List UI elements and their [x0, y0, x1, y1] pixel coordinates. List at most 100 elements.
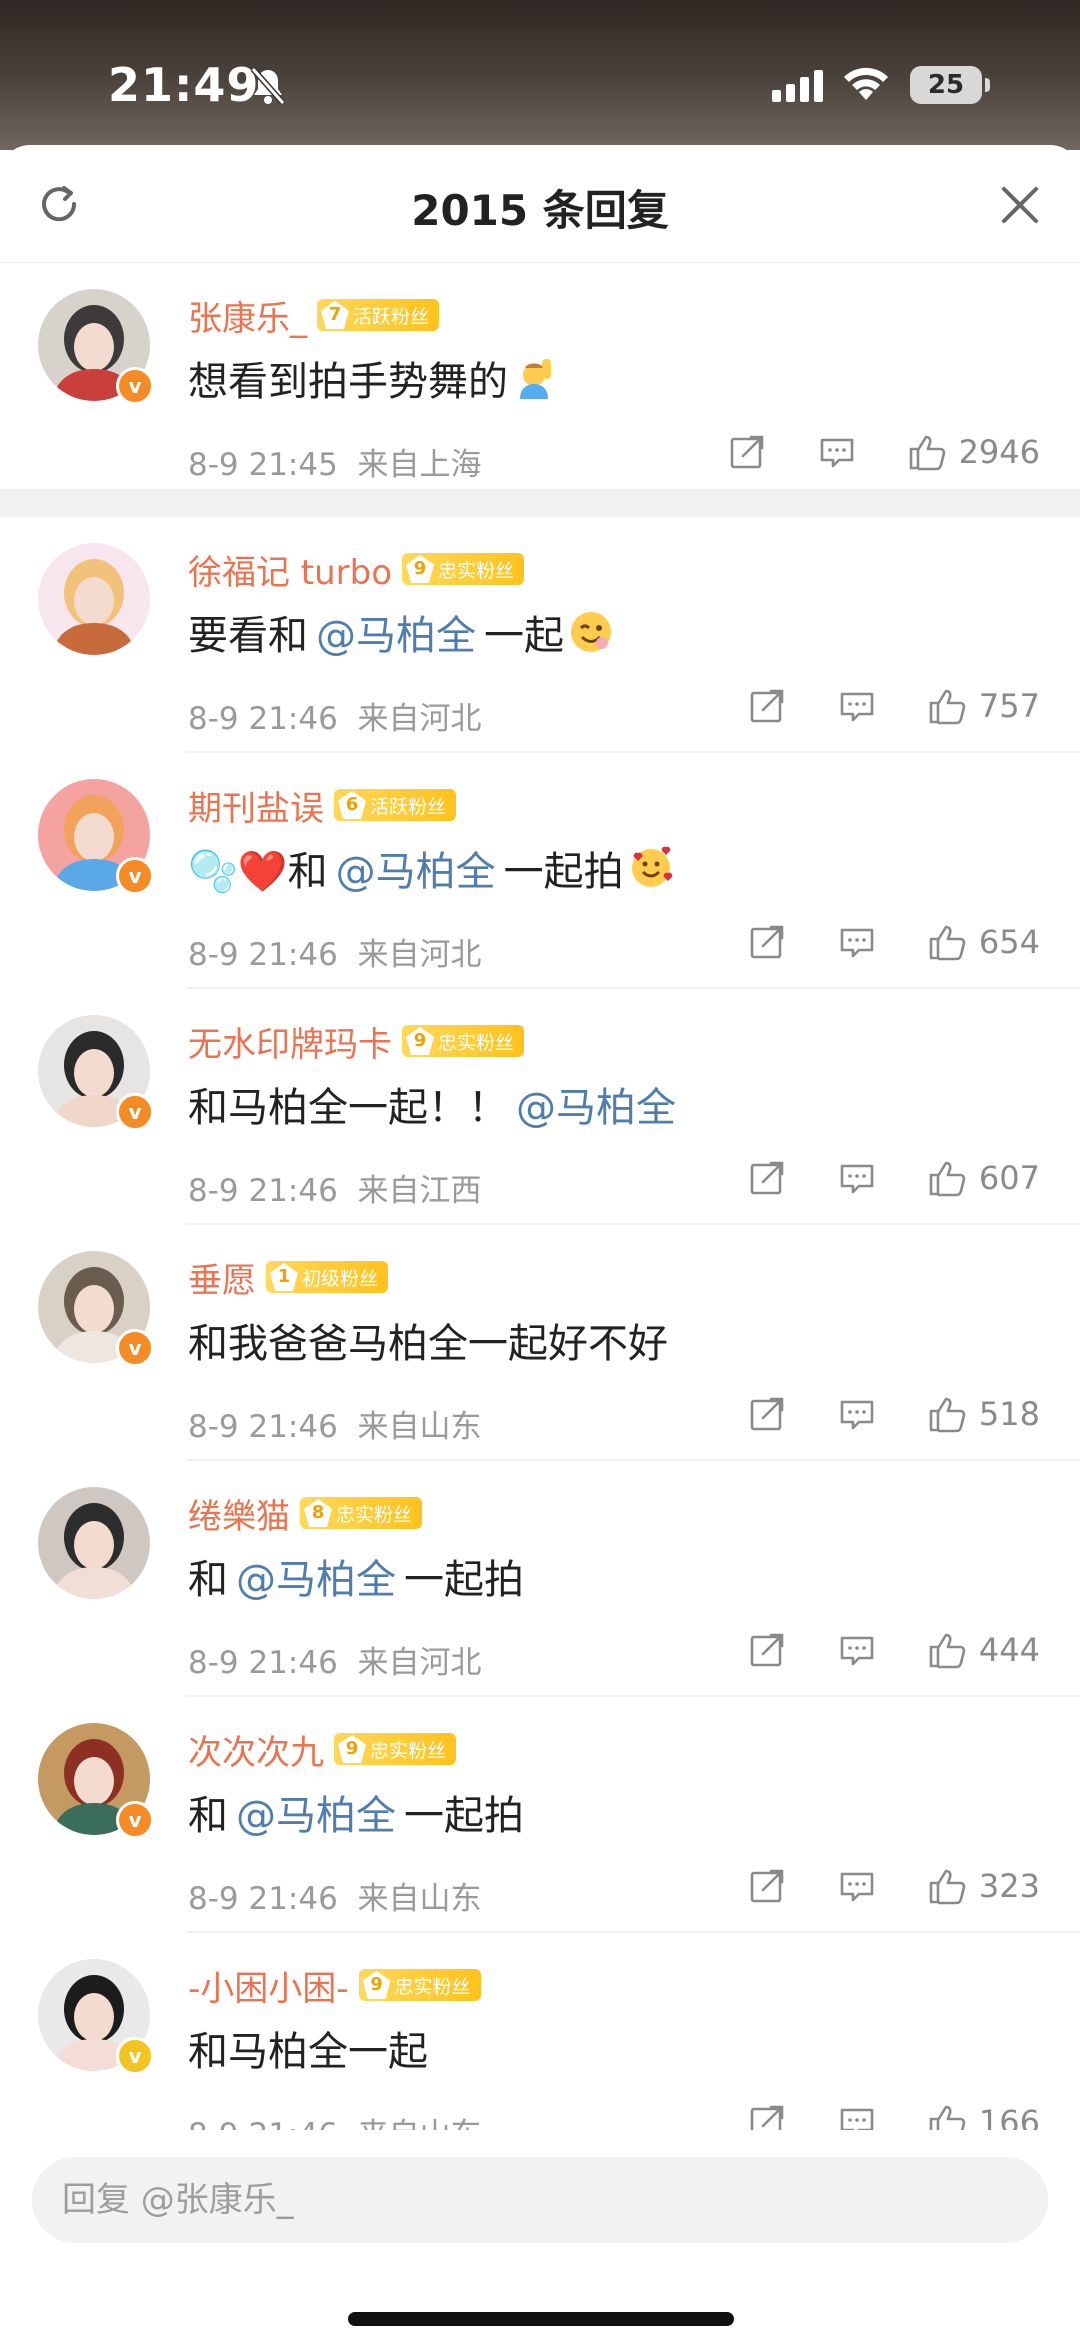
- battery-icon: 25: [910, 66, 990, 104]
- mention-link[interactable]: @马柏全: [316, 603, 476, 661]
- share-icon[interactable]: [727, 432, 767, 472]
- like-count: 444: [978, 1631, 1040, 1669]
- like-count: 654: [978, 923, 1040, 961]
- wink-face-emoji: [568, 609, 614, 655]
- mention-link[interactable]: @马柏全: [516, 1075, 676, 1133]
- fan-badge[interactable]: 9 忠实粉丝: [402, 553, 525, 585]
- comment-text: 想看到拍手势舞的: [188, 349, 562, 407]
- username[interactable]: 徐福记 turbo: [188, 545, 392, 594]
- username[interactable]: 张康乐_: [188, 291, 307, 340]
- share-icon[interactable]: [747, 1630, 787, 1670]
- like-icon[interactable]: [927, 1630, 967, 1670]
- wifi-icon: [842, 64, 890, 106]
- comment-item[interactable]: v 无水印牌玛卡 9 忠实粉丝 和马柏全一起！！ @马柏全 8-9 21:46 来自江西 60…: [0, 989, 1080, 1225]
- fan-badge[interactable]: 8 忠实粉丝: [300, 1497, 423, 1529]
- fan-badge[interactable]: 9 忠实粉丝: [334, 1733, 457, 1765]
- comment-icon[interactable]: [817, 432, 857, 472]
- username[interactable]: 期刊盐误: [188, 781, 324, 830]
- fan-level-icon: 9: [406, 1027, 434, 1055]
- comment-actions: 654: [697, 919, 1040, 965]
- comment-icon[interactable]: [837, 1630, 877, 1670]
- comment-time: 8-9 21:46: [188, 1645, 338, 1681]
- comment-item[interactable]: v 垂愿 1 初级粉丝 和我爸爸马柏全一起好不好 8-9 21:46 来自山东 518: [0, 1225, 1080, 1461]
- page-title: 2015 条回复: [411, 186, 669, 235]
- fan-level-icon: 7: [321, 301, 349, 329]
- comment-icon[interactable]: [837, 922, 877, 962]
- name-row: 徐福记 turbo 9 忠实粉丝: [188, 545, 525, 594]
- comment-item[interactable]: v 期刊盐误 6 活跃粉丝 🫧❤️和 @马柏全 一起拍 8-9 21:46 来自河北 654: [0, 753, 1080, 989]
- username[interactable]: 垂愿: [188, 1253, 256, 1302]
- mention-link[interactable]: @马柏全: [236, 1783, 396, 1841]
- fan-badge[interactable]: 9 忠实粉丝: [358, 1969, 481, 2001]
- comment-text: 和马柏全一起: [188, 2019, 428, 2077]
- share-icon[interactable]: [747, 686, 787, 726]
- status-time: 21:49: [108, 58, 260, 112]
- like-icon[interactable]: [927, 922, 967, 962]
- like-icon[interactable]: [927, 1866, 967, 1906]
- comment-item[interactable]: 徐福记 turbo 9 忠实粉丝 要看和 @马柏全 一起 8-9 21:46 来自河北 757: [0, 517, 1080, 753]
- bell-off-icon: [250, 66, 286, 110]
- fan-badge[interactable]: 9 忠实粉丝: [402, 1025, 525, 1057]
- comment-text: 和马柏全一起！！ @马柏全: [188, 1075, 684, 1133]
- fan-badge[interactable]: 1 初级粉丝: [266, 1261, 389, 1293]
- name-row: 期刊盐误 6 活跃粉丝: [188, 781, 457, 830]
- fan-label: 忠实粉丝: [438, 559, 515, 582]
- comment-text: 和 @马柏全 一起拍: [188, 1783, 524, 1841]
- comment-meta: 8-9 21:46 来自山东: [188, 1401, 482, 1446]
- username[interactable]: 无水印牌玛卡: [188, 1017, 392, 1066]
- username[interactable]: 次次次九: [188, 1725, 324, 1774]
- comment-actions: 607: [697, 1155, 1040, 1201]
- like-icon[interactable]: [927, 686, 967, 726]
- comment-meta: 8-9 21:46 来自河北: [188, 929, 482, 974]
- mention-link[interactable]: @马柏全: [336, 839, 496, 897]
- comment-text: 🫧❤️和 @马柏全 一起拍: [188, 839, 678, 897]
- comment-text-part: 一起拍: [404, 1793, 524, 1839]
- comment-item[interactable]: v 张康乐_ 7 活跃粉丝 想看到拍手势舞的 8-9 21:45 来自上海 2946: [0, 263, 1080, 489]
- close-icon[interactable]: [998, 183, 1042, 227]
- username[interactable]: 绻樂猫: [188, 1489, 290, 1538]
- comment-location: 来自河北: [357, 701, 482, 737]
- fan-badge[interactable]: 6 活跃粉丝: [334, 789, 457, 821]
- mention-link[interactable]: @马柏全: [236, 1547, 396, 1605]
- comment-icon[interactable]: [837, 1158, 877, 1198]
- fan-label: 忠实粉丝: [394, 1975, 471, 1998]
- username[interactable]: -小困小困-: [188, 1961, 349, 2010]
- comment-actions: 518: [697, 1391, 1040, 1437]
- comment-text-part: 一起: [484, 613, 564, 659]
- comment-text-part: 🫧❤️和: [188, 849, 328, 895]
- avatar[interactable]: [38, 1487, 150, 1599]
- comment-icon[interactable]: [837, 686, 877, 726]
- like-count: 518: [978, 1395, 1040, 1433]
- comment-meta: 8-9 21:45 来自上海: [188, 439, 482, 484]
- like-icon[interactable]: [907, 432, 947, 472]
- avatar[interactable]: [38, 543, 150, 655]
- comment-icon[interactable]: [837, 1866, 877, 1906]
- comment-text-part: 和: [188, 1557, 228, 1603]
- share-icon[interactable]: [747, 922, 787, 962]
- fan-level-icon: 9: [406, 555, 435, 583]
- share-icon[interactable]: [747, 1866, 787, 1906]
- comment-item[interactable]: v 次次次九 9 忠实粉丝和 @马柏全 一起拍 8-9 21:46 来自山东 323: [0, 1697, 1080, 1933]
- verified-badge-icon: v: [116, 857, 154, 895]
- comment-meta: 8-9 21:46 来自河北: [188, 1637, 482, 1682]
- reply-input[interactable]: [32, 2157, 1048, 2243]
- fan-badge[interactable]: 7 活跃粉丝: [317, 299, 440, 331]
- name-row: 无水印牌玛卡 9 忠实粉丝: [188, 1017, 525, 1066]
- comment-text-part: 和马柏全一起！！: [188, 1085, 508, 1131]
- like-count: 607: [978, 1159, 1040, 1197]
- section-divider: [0, 489, 1080, 517]
- comment-text-part: 一起拍: [503, 849, 624, 895]
- comment-list: v 张康乐_ 7 活跃粉丝 想看到拍手势舞的 8-9 21:45 来自上海 2946 徐福记 …: [0, 263, 1080, 2169]
- like-count: 323: [978, 1867, 1040, 1905]
- like-icon[interactable]: [927, 1158, 967, 1198]
- comment-actions: 444: [697, 1627, 1040, 1673]
- share-icon[interactable]: [747, 1158, 787, 1198]
- comment-icon[interactable]: [837, 1394, 877, 1434]
- comment-item[interactable]: 绻樂猫 8 忠实粉丝和 @马柏全 一起拍 8-9 21:46 来自河北 444: [0, 1461, 1080, 1697]
- name-row: 张康乐_ 7 活跃粉丝: [188, 291, 440, 340]
- like-count: 757: [978, 687, 1040, 725]
- fan-label: 活跃粉丝: [370, 795, 447, 818]
- comment-text-part: 和马柏全一起: [188, 2029, 428, 2075]
- share-icon[interactable]: [747, 1394, 787, 1434]
- like-icon[interactable]: [927, 1394, 967, 1434]
